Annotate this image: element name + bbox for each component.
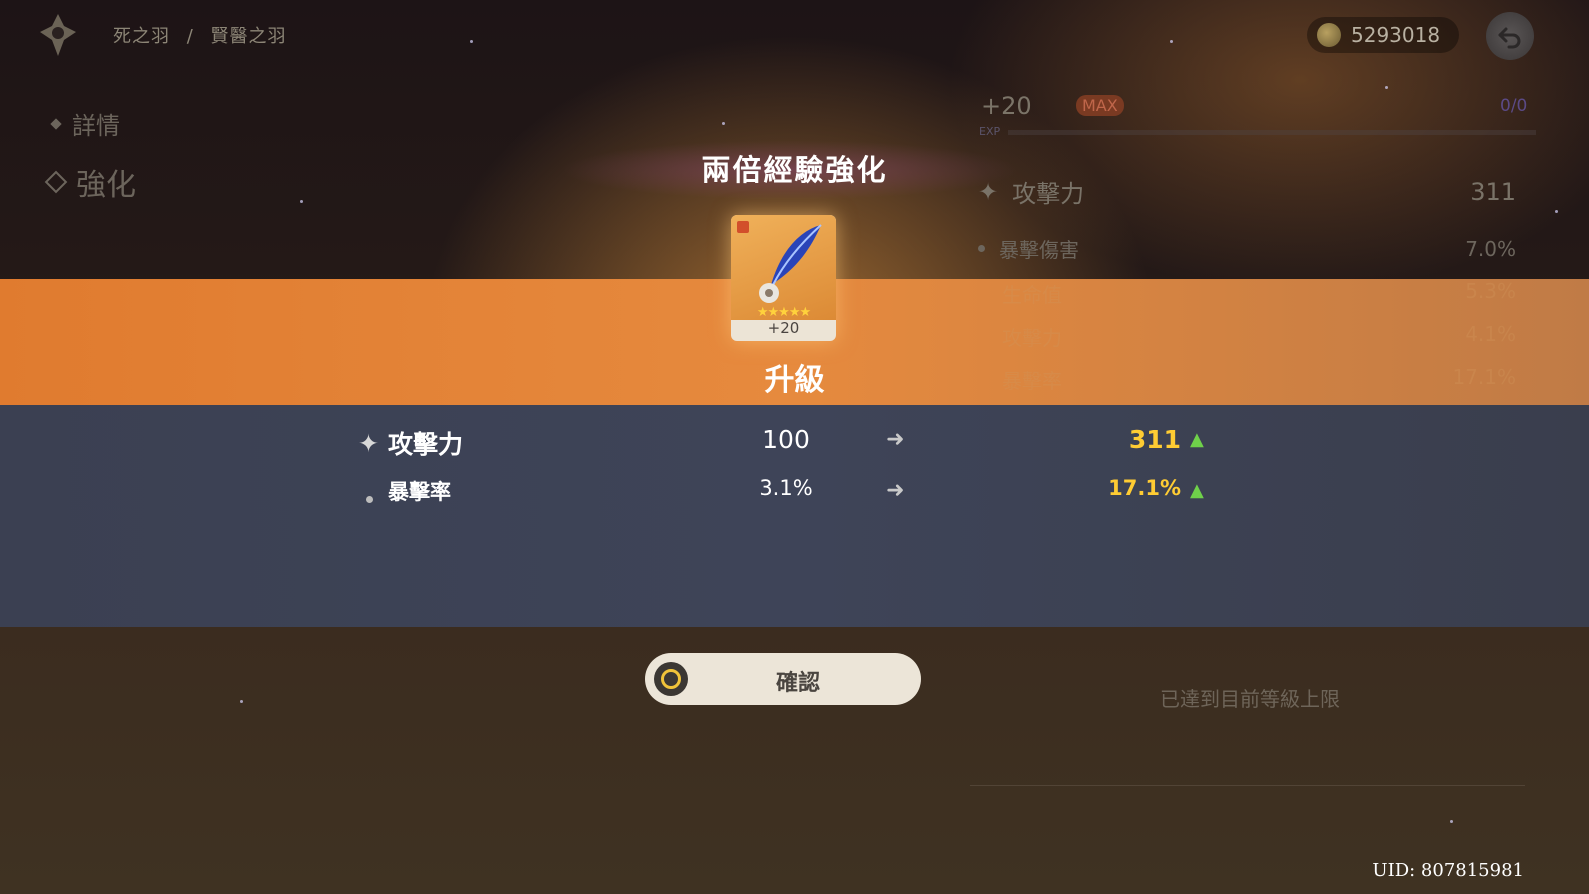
confirm-label: 確認 <box>775 671 820 696</box>
breadcrumb-separator: / <box>186 26 194 47</box>
background-star <box>1450 820 1453 823</box>
main-stat-icon: ✦ <box>358 429 379 458</box>
upgrade-label: 升級 <box>764 363 825 398</box>
stat-new-value: 311 <box>1128 425 1181 454</box>
stat-old-value: 3.1% <box>759 476 813 500</box>
tab-details-label: 詳情 <box>72 112 120 140</box>
max-level-note: 已達到目前等級上限 <box>1160 687 1340 711</box>
tab-marker-icon <box>50 117 62 130</box>
popup-title: 兩倍經驗強化 <box>701 153 888 187</box>
artifact-level: +20 <box>981 92 1032 120</box>
background-star <box>1170 40 1173 43</box>
sub-stat-name: 暴擊傷害 <box>999 238 1079 262</box>
sub-stat-name: 生命值 <box>1002 283 1062 307</box>
stat-change-row: ✦ 攻擊力 100 ➜ 311 ▲ <box>356 419 1216 459</box>
mora-coin-icon <box>1317 23 1341 47</box>
breadcrumb-parent: 死之羽 <box>113 26 170 47</box>
arrow-right-icon: ➜ <box>886 427 905 452</box>
lock-icon <box>737 221 749 233</box>
exp-bar <box>1008 130 1536 135</box>
exp-label: EXP <box>979 125 1001 138</box>
background-star <box>470 40 473 43</box>
sub-stat-value: 7.0% <box>1465 236 1516 261</box>
bullet-icon <box>366 484 373 508</box>
arrow-up-icon: ▲ <box>1190 480 1204 501</box>
sub-stat-row: 生命值 5.3% <box>978 279 1516 308</box>
sub-stat-name: 攻擊力 <box>1002 326 1062 350</box>
exp-count: 0/0 <box>1500 96 1528 116</box>
breadcrumb: 死之羽 / 賢醫之羽 <box>113 22 297 48</box>
arrow-right-icon: ➜ <box>886 478 905 503</box>
background-star <box>240 700 243 703</box>
bullet-icon <box>978 245 985 252</box>
mora-counter: 5293018 <box>1307 17 1459 53</box>
artifact-card-level: +20 <box>767 319 800 337</box>
background-star <box>1555 210 1558 213</box>
back-arrow-icon <box>1498 27 1521 49</box>
tab-details[interactable]: 詳情 <box>50 106 120 141</box>
stat-new-value: 17.1% <box>1108 476 1181 500</box>
mora-amount: 5293018 <box>1351 23 1441 47</box>
background-star <box>1385 86 1388 89</box>
sub-stat-value: 5.3% <box>1465 279 1516 303</box>
arrow-up-icon: ▲ <box>1190 429 1204 450</box>
uid-label: UID: 807815981 <box>1372 860 1524 881</box>
stat-name: 攻擊力 <box>388 430 464 459</box>
artifact-card: ★★★★★ +20 <box>731 215 836 341</box>
background-star <box>300 200 303 203</box>
rarity-stars: ★★★★★ <box>756 305 811 320</box>
artifact-category-icon <box>38 12 78 58</box>
confirm-button[interactable]: 確認 <box>645 653 921 705</box>
breadcrumb-current: 賢醫之羽 <box>210 26 287 47</box>
max-badge: MAX <box>1076 95 1124 116</box>
sub-stat-value: 4.1% <box>1465 322 1516 346</box>
stat-old-value: 100 <box>762 425 810 454</box>
stat-change-row: 暴擊率 3.1% ➜ 17.1% ▲ <box>356 470 1216 510</box>
sub-stat-row: 暴擊傷害 7.0% <box>978 234 1516 263</box>
sub-stat-row: 攻擊力 4.1% <box>978 322 1516 351</box>
stat-name: 暴擊率 <box>388 480 451 504</box>
background-star <box>722 122 725 125</box>
divider <box>970 785 1525 786</box>
back-button[interactable] <box>1486 12 1534 60</box>
